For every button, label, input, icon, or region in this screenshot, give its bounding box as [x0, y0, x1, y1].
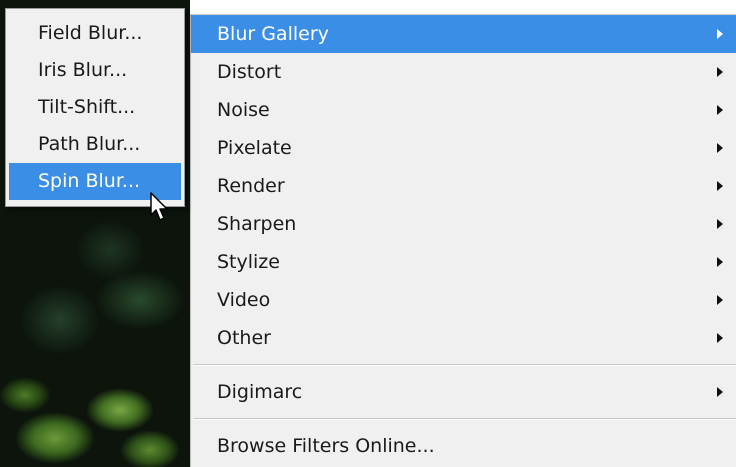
submenu-item-label: Tilt-Shift... — [38, 96, 136, 118]
submenu-item-label: Iris Blur... — [38, 59, 128, 81]
submenu-item-label: Field Blur... — [38, 22, 143, 44]
menu-item-digimarc[interactable]: Digimarc — [191, 373, 736, 411]
menu-item-label: Noise — [217, 99, 270, 121]
filter-menu: Blur Gallery Distort Noise Pixelate Rend… — [190, 14, 736, 467]
chevron-right-icon — [717, 67, 723, 77]
menu-item-stylize[interactable]: Stylize — [191, 243, 736, 281]
menu-item-label: Pixelate — [217, 137, 292, 159]
submenu-item-label: Spin Blur... — [38, 170, 141, 192]
mouse-pointer-icon — [150, 192, 168, 221]
submenu-item-field-blur[interactable]: Field Blur... — [6, 15, 184, 52]
menu-item-label: Browse Filters Online... — [217, 435, 435, 457]
chevron-right-icon — [717, 295, 723, 305]
blur-gallery-submenu: Field Blur... Iris Blur... Tilt-Shift...… — [5, 8, 185, 207]
menu-item-video[interactable]: Video — [191, 281, 736, 319]
menu-item-label: Blur Gallery — [217, 23, 329, 45]
menu-item-noise[interactable]: Noise — [191, 91, 736, 129]
submenu-item-label: Path Blur... — [38, 133, 141, 155]
submenu-item-iris-blur[interactable]: Iris Blur... — [6, 52, 184, 89]
chevron-right-icon — [717, 181, 723, 191]
menu-item-other[interactable]: Other — [191, 319, 736, 357]
chevron-right-icon — [717, 257, 723, 267]
chevron-right-icon — [717, 29, 723, 39]
menu-item-distort[interactable]: Distort — [191, 53, 736, 91]
menu-item-label: Distort — [217, 61, 282, 83]
menu-separator — [193, 418, 736, 420]
menu-separator — [193, 364, 736, 366]
submenu-item-tilt-shift[interactable]: Tilt-Shift... — [6, 89, 184, 126]
menu-item-browse-filters-online[interactable]: Browse Filters Online... — [191, 427, 736, 465]
menu-item-render[interactable]: Render — [191, 167, 736, 205]
menu-item-label: Video — [217, 289, 271, 311]
menu-item-sharpen[interactable]: Sharpen — [191, 205, 736, 243]
menu-item-label: Render — [217, 175, 285, 197]
chevron-right-icon — [717, 333, 723, 343]
menu-item-label: Stylize — [217, 251, 280, 273]
chevron-right-icon — [717, 387, 723, 397]
menu-item-label: Other — [217, 327, 271, 349]
menu-item-pixelate[interactable]: Pixelate — [191, 129, 736, 167]
menu-item-label: Sharpen — [217, 213, 297, 235]
submenu-item-path-blur[interactable]: Path Blur... — [6, 126, 184, 163]
chevron-right-icon — [717, 143, 723, 153]
chevron-right-icon — [717, 219, 723, 229]
menu-item-label: Digimarc — [217, 381, 303, 403]
chevron-right-icon — [717, 105, 723, 115]
menu-item-blur-gallery[interactable]: Blur Gallery — [191, 15, 736, 53]
